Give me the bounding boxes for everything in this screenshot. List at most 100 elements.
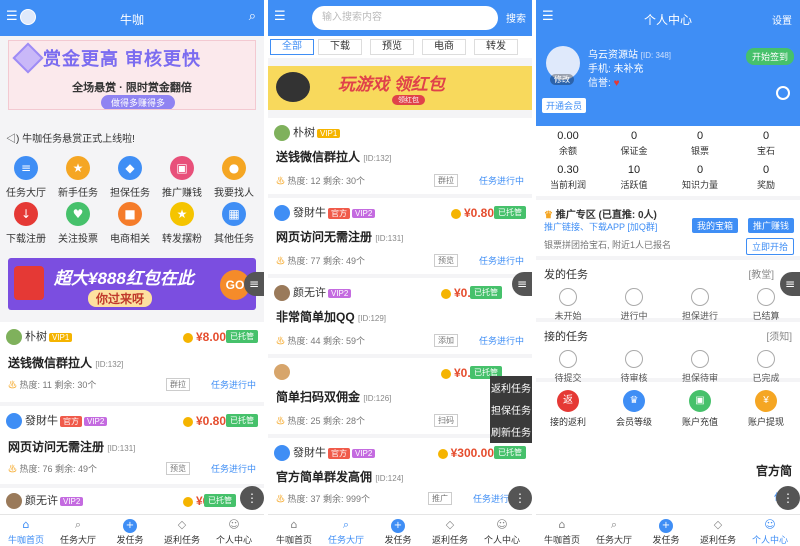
task-card[interactable]: 颜无许VIP2 ¥0.02 已托管	[0, 488, 264, 514]
grid-item-follow[interactable]: ♥ 关注投票	[52, 202, 104, 245]
published-more[interactable]: [教堂]	[748, 266, 774, 281]
tab-task-hall[interactable]: ⌕ 任务大厅	[52, 518, 104, 546]
tab-download[interactable]: 下载	[318, 39, 362, 55]
more-icon[interactable]: ≡	[512, 272, 532, 296]
tab-rebate[interactable]: ◇ 返利任务	[692, 518, 744, 546]
gamepad-icon	[276, 72, 310, 102]
status-icon	[757, 350, 775, 368]
more-icon[interactable]: ≡	[244, 272, 264, 296]
status-to-submit[interactable]: 待提交	[536, 350, 600, 384]
status-guarantee-progress[interactable]: 担保进行	[668, 288, 732, 322]
more-menu-icon[interactable]: ⋮	[508, 486, 532, 510]
tab-home[interactable]: ⌂ 牛咖首页	[268, 518, 320, 546]
tab-task-hall[interactable]: ⌕ 任务大厅	[588, 518, 640, 546]
settings-link[interactable]: 设置	[772, 12, 792, 27]
menu-rebate-task[interactable]: 返利任务	[490, 376, 532, 399]
stat-silver[interactable]: 0 银票	[668, 130, 732, 157]
grid-item-newbie[interactable]: ★ 新手任务	[52, 156, 104, 199]
stat-activity[interactable]: 10 活跃值	[602, 164, 666, 191]
status-in-progress[interactable]: 进行中	[602, 288, 666, 322]
notice-bar[interactable]: ◁) 牛咖任务悬赏正式上线啦!	[6, 130, 135, 145]
tab-post-task[interactable]: + 发任务	[372, 518, 424, 546]
more-menu-icon[interactable]: ⋮	[776, 486, 800, 510]
reward-banner[interactable]: 赏金更高 审核更快 全场悬赏 · 限时赏金翻倍 做得多赚得多	[8, 40, 256, 110]
promo-links[interactable]: 推广链接、下载APP [加Q群]	[544, 220, 657, 233]
task-card[interactable]: 朴树 VIP1 ¥8.00 已托管 送钱微信群拉人 [ID:132] ♨ 热度: …	[0, 322, 264, 402]
task-card[interactable]: 朴树 VIP1 送钱微信群拉人 [ID:132] ♨ 热度: 12 剩余: 30个…	[268, 118, 532, 194]
status-guarantee-review[interactable]: 担保待审	[668, 350, 732, 384]
received-more[interactable]: [须知]	[766, 328, 792, 343]
tab-label: 个人中心	[215, 535, 252, 545]
tab-profile[interactable]: ☺ 个人中心	[208, 518, 260, 546]
grid-item-ecommerce[interactable]: ■ 电商相关	[104, 202, 156, 245]
stat-knowledge[interactable]: 0 知识力量	[668, 164, 732, 191]
search-input[interactable]: 输入搜索内容	[312, 6, 498, 30]
banner-button[interactable]: 做得多赚得多	[101, 95, 176, 109]
cube-icon	[12, 42, 44, 74]
menu-guarantee-task[interactable]: 担保任务	[490, 398, 532, 421]
tab-all[interactable]: 全部	[270, 39, 314, 55]
function-label: 账户提现	[747, 417, 784, 427]
tab-forward[interactable]: 转发	[474, 39, 518, 55]
tab-ecommerce[interactable]: 电商	[422, 39, 466, 55]
page-title: 个人中心	[643, 13, 692, 27]
stat-balance[interactable]: 0.00 余额	[536, 130, 600, 157]
status-pending-review[interactable]: 待审核	[602, 350, 666, 384]
stat-profit[interactable]: 0.30 当前利润	[536, 164, 600, 191]
grid-item-task-hall[interactable]: ≡ 任务大厅	[0, 156, 52, 199]
title-text: 网页访问无需注册	[276, 230, 373, 244]
menu-icon[interactable]: ☰	[274, 9, 286, 24]
withdraw-item[interactable]: ¥ 账户提现	[734, 390, 798, 428]
stat-gems[interactable]: 0 宝石	[734, 130, 798, 157]
search-button[interactable]: 搜索	[506, 10, 526, 25]
task-card[interactable]: 颜无许 VIP2 ¥0.02 已托管 非常简单加QQ [ID:129] ♨ 热度:…	[268, 278, 532, 354]
tab-task-hall[interactable]: ⌕ 任务大厅	[320, 518, 372, 546]
game-banner[interactable]: 玩游戏 领红包 领红包	[268, 66, 532, 110]
tab-rebate[interactable]: ◇ 返利任务	[156, 518, 208, 546]
edit-avatar-button[interactable]: 修改	[550, 74, 574, 85]
status-not-started[interactable]: 未开始	[536, 288, 600, 322]
sign-in-button[interactable]: 开始签到	[745, 48, 794, 65]
tab-home[interactable]: ⌂ 牛咖首页	[536, 518, 588, 546]
stat-deposit[interactable]: 0 保证金	[602, 130, 666, 157]
rebate-received-item[interactable]: 返接的返利	[536, 390, 600, 428]
recharge-item[interactable]: ▣ 账户充值	[668, 390, 732, 428]
title-text: 官方简单群发高佣	[276, 470, 373, 484]
avatar	[6, 413, 22, 430]
official-badge: 官方	[60, 415, 82, 427]
join-now-button[interactable]: 立即开拾	[746, 238, 795, 255]
tab-rebate[interactable]: ◇ 返利任务	[424, 518, 476, 546]
grid-item-share[interactable]: ★ 转发摆粉	[156, 202, 208, 245]
search-icon[interactable]: ⌕	[249, 9, 256, 24]
refresh-icon[interactable]	[776, 86, 790, 100]
grid-item-download[interactable]: ↓ 下载注册	[0, 202, 52, 245]
tab-profile[interactable]: ☺ 个人中心	[744, 518, 796, 546]
task-card[interactable]: 發財牛 官方 VIP2 ¥0.80 已托管 网页访问无需注册 [ID:131] ♨ …	[268, 198, 532, 274]
task-tag: 推广	[428, 492, 452, 505]
task-title: 简单扫码双佣金 [ID:126]	[276, 388, 391, 405]
grid-item-find-people[interactable]: ● 我要找人	[208, 156, 260, 199]
tab-label: 发任务	[116, 535, 144, 545]
more-icon[interactable]: ≡	[780, 272, 800, 296]
tab-profile[interactable]: ☺ 个人中心	[476, 518, 528, 546]
menu-refresh-task[interactable]: 刷新任务	[490, 420, 532, 443]
tab-bar: ⌂ 牛咖首页 ⌕ 任务大厅 + 发任务 ◇ 返利任务 ☺ 个人中心	[536, 514, 800, 546]
tab-post-task[interactable]: + 发任务	[640, 518, 692, 546]
membership-level-item[interactable]: ♛ 会员等级	[602, 390, 666, 428]
promote-earn-button[interactable]: 推广赚钱	[748, 218, 795, 233]
more-menu-icon[interactable]: ⋮	[240, 486, 264, 510]
task-id: [ID:126]	[363, 394, 392, 403]
tab-preview[interactable]: 预览	[370, 39, 414, 55]
task-card[interactable]: 發財牛 官方 VIP2 ¥300.00 已托管 官方简单群发高佣 [ID:124] …	[268, 438, 532, 514]
grid-item-other[interactable]: ▦ 其他任务	[208, 202, 260, 245]
open-vip-button[interactable]: 开通会员	[542, 98, 587, 113]
grid-item-guarantee[interactable]: ◆ 担保任务	[104, 156, 156, 199]
red-packet-banner[interactable]: 超大¥888红包在此 你过来呀 GO	[8, 258, 256, 310]
status-completed[interactable]: 已完成	[734, 350, 798, 384]
stat-reward[interactable]: 0 奖励	[734, 164, 798, 191]
tab-home[interactable]: ⌂ 牛咖首页	[0, 518, 52, 546]
grid-item-promote[interactable]: ▣ 推广赚钱	[156, 156, 208, 199]
tab-post-task[interactable]: + 发任务	[104, 518, 156, 546]
task-card[interactable]: 發財牛 官方 VIP2 ¥0.80 已托管 网页访问无需注册 [ID:131] ♨ …	[0, 406, 264, 484]
my-chest-button[interactable]: 我的宝箱	[692, 218, 739, 233]
